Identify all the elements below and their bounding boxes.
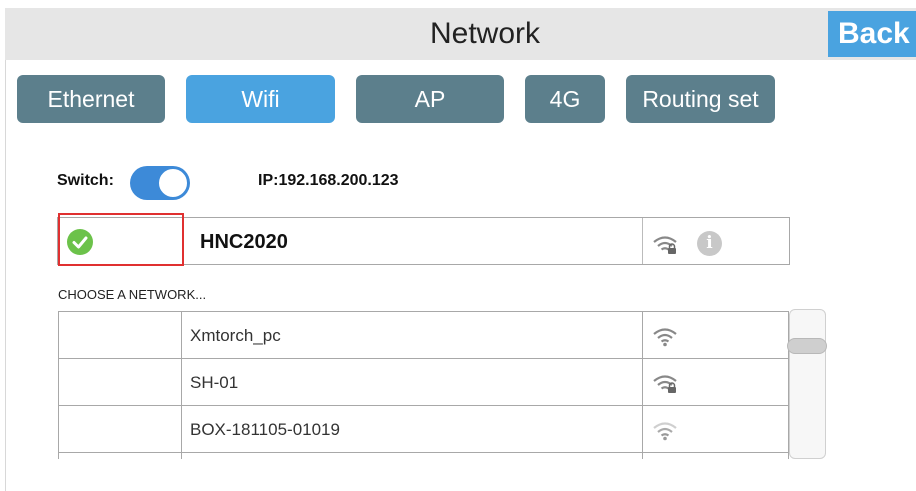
- network-name: BOX-181105-01019: [190, 420, 340, 439]
- list-item[interactable]: Xmtorch_pc: [58, 312, 788, 359]
- wifi-locked-icon: [653, 375, 677, 393]
- toggle-knob: [158, 168, 188, 198]
- back-button[interactable]: Back: [828, 11, 916, 57]
- switch-label: Switch:: [57, 172, 114, 189]
- tab-wifi[interactable]: Wifi: [186, 75, 335, 123]
- column-divider: [642, 311, 643, 459]
- network-screen: Network Back Ethernet Wifi AP 4G Routing…: [0, 0, 916, 491]
- network-name: SH-01: [190, 373, 239, 392]
- info-icon[interactable]: i: [697, 231, 722, 256]
- wifi-toggle[interactable]: [130, 166, 190, 200]
- ip-address: IP:192.168.200.123: [258, 172, 399, 189]
- left-border: [5, 60, 6, 491]
- tab-routing-set[interactable]: Routing set: [626, 75, 775, 123]
- column-divider: [58, 311, 59, 459]
- network-list: Xmtorch_pc SH-01 BOX-181105-01019: [58, 311, 788, 460]
- tab-4g[interactable]: 4G: [525, 75, 605, 123]
- scrollbar-thumb[interactable]: [787, 338, 827, 354]
- header-bar: Network: [5, 8, 916, 60]
- choose-network-label: CHOOSE A NETWORK...: [58, 287, 207, 302]
- network-name: Xmtorch_pc: [190, 326, 281, 345]
- wifi-locked-icon: [653, 236, 677, 254]
- tab-ap[interactable]: AP: [356, 75, 504, 123]
- tab-ethernet[interactable]: Ethernet: [17, 75, 165, 123]
- wifi-icon: [653, 328, 677, 347]
- list-item[interactable]: SH-01: [58, 359, 788, 406]
- connected-ssid: HNC2020: [200, 231, 288, 253]
- page-title: Network: [429, 17, 541, 50]
- column-divider: [642, 218, 643, 264]
- list-item[interactable]: BOX-181105-01019: [58, 406, 788, 453]
- scrollbar-track[interactable]: [789, 309, 826, 459]
- column-divider: [181, 311, 182, 459]
- wifi-weak-icon: [653, 422, 677, 441]
- check-circle-icon: [67, 229, 93, 255]
